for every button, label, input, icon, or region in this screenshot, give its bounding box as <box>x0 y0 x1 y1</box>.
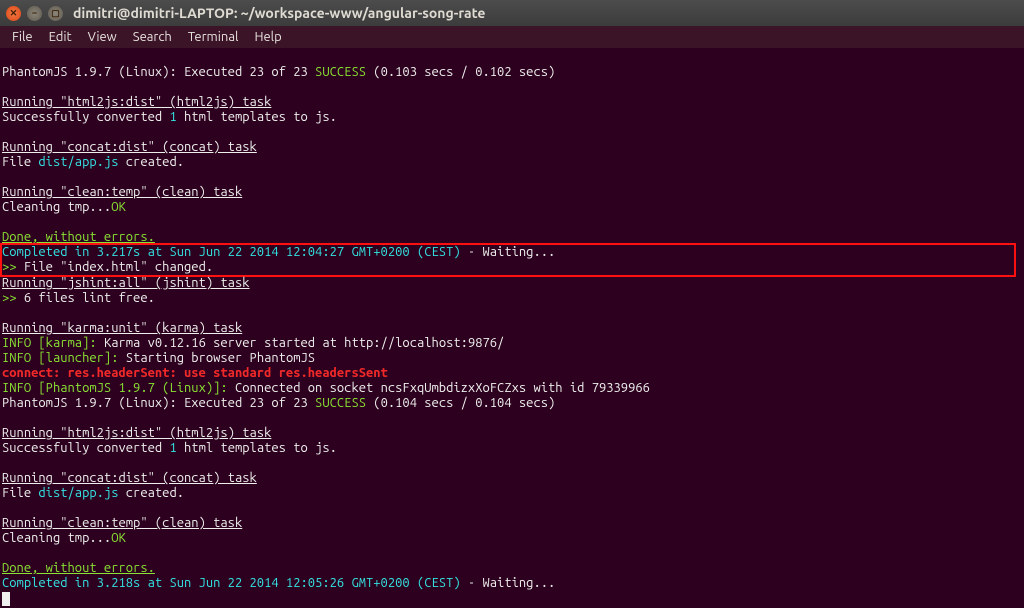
task-heading-clean-2: Running "clean:temp" (clean) task <box>2 516 242 530</box>
window-buttons: ✕ – ▢ <box>6 6 63 21</box>
line-clean-1: Cleaning tmp...OK <box>2 200 126 214</box>
task-heading-concat-2: Running "concat:dist" (concat) task <box>2 471 257 485</box>
menu-help[interactable]: Help <box>248 28 287 46</box>
highlight-box: Completed in 3.217s at Sun Jun 22 2014 1… <box>0 243 1016 277</box>
line-phantom-info: INFO [PhantomJS 1.9.7 (Linux)]: Connecte… <box>2 381 650 395</box>
line-completed-1: Completed in 3.217s at Sun Jun 22 2014 1… <box>2 245 461 259</box>
task-heading-clean-1: Running "clean:temp" (clean) task <box>2 185 242 199</box>
menu-terminal[interactable]: Terminal <box>182 28 245 46</box>
menu-file[interactable]: File <box>6 28 39 46</box>
task-heading-concat-1: Running "concat:dist" (concat) task <box>2 140 257 154</box>
line-file-created-1: File dist/app.js created. <box>2 155 184 169</box>
line-phantom-2: PhantomJS 1.9.7 (Linux): Executed 23 of … <box>2 396 555 410</box>
task-heading-karma: Running "karma:unit" (karma) task <box>2 321 242 335</box>
menu-edit[interactable]: Edit <box>43 28 78 46</box>
close-icon[interactable]: ✕ <box>6 6 21 21</box>
menu-search[interactable]: Search <box>127 28 178 46</box>
line-clean-2: Cleaning tmp...OK <box>2 531 126 545</box>
line-launcher-info: INFO [launcher]: Starting browser Phanto… <box>2 351 315 365</box>
line-done-2: Done, without errors. <box>2 561 155 575</box>
line-karma-info: INFO [karma]: Karma v0.12.16 server star… <box>2 336 504 350</box>
terminal-output[interactable]: PhantomJS 1.9.7 (Linux): Executed 23 of … <box>0 48 1024 608</box>
line-completed-2: Completed in 3.218s at Sun Jun 22 2014 1… <box>2 576 555 590</box>
task-heading-html2js-2: Running "html2js:dist" (html2js) task <box>2 426 271 440</box>
task-heading-jshint: Running "jshint:all" (jshint) task <box>2 276 250 290</box>
task-heading-html2js-1: Running "html2js:dist" (html2js) task <box>2 95 271 109</box>
line-file-created-2: File dist/app.js created. <box>2 486 184 500</box>
minimize-icon[interactable]: – <box>27 6 42 21</box>
line-connect-error: connect: res.headerSent: use standard re… <box>2 366 388 380</box>
line-converted-1: Successfully converted 1 html templates … <box>2 110 337 124</box>
line-done-1: Done, without errors. <box>2 230 155 244</box>
line-phantom-1: PhantomJS 1.9.7 (Linux): Executed 23 of … <box>2 65 555 79</box>
line-lint: >> 6 files lint free. <box>2 291 155 305</box>
maximize-icon[interactable]: ▢ <box>48 6 63 21</box>
line-converted-2: Successfully converted 1 html templates … <box>2 441 337 455</box>
titlebar: ✕ – ▢ dimitri@dimitri-LAPTOP: ~/workspac… <box>0 0 1024 26</box>
menu-view[interactable]: View <box>82 28 123 46</box>
menubar: File Edit View Search Terminal Help <box>0 26 1024 48</box>
window-title: dimitri@dimitri-LAPTOP: ~/workspace-www/… <box>73 5 485 21</box>
line-file-changed: >> File "index.html" changed. <box>2 260 213 274</box>
